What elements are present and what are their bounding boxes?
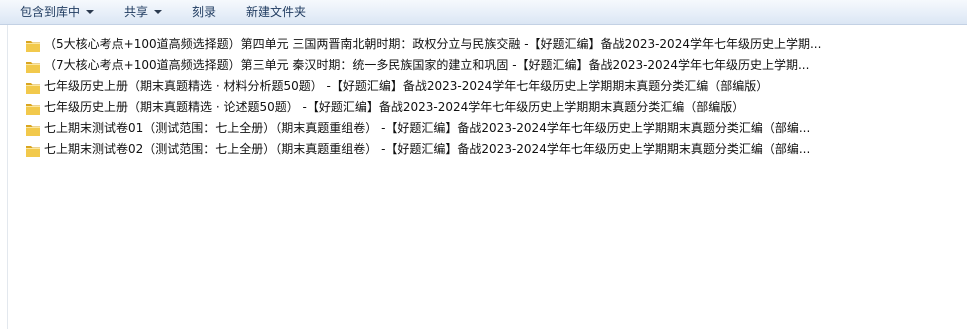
navigation-pane-divider[interactable] xyxy=(7,25,8,329)
share-label: 共享 xyxy=(124,5,149,19)
folder-name: 七上期末测试卷02（测试范围：七上全册）（期末真题重组卷） -【好题汇编】备战2… xyxy=(44,142,811,156)
new-folder-button[interactable]: 新建文件夹 xyxy=(246,0,306,24)
folder-name: 七上期末测试卷01（测试范围：七上全册）（期末真题重组卷） -【好题汇编】备战2… xyxy=(44,121,811,135)
new-folder-label: 新建文件夹 xyxy=(246,5,307,19)
chevron-down-icon xyxy=(86,9,95,14)
share-button[interactable]: 共享 xyxy=(124,0,163,24)
folder-name: 七年级历史上册（期末真题精选 · 论述题50题） -【好题汇编】备战2023-2… xyxy=(44,100,745,114)
folder-item[interactable]: （7大核心考点+100道高频选择题）第三单元 秦汉时期：统一多民族国家的建立和巩… xyxy=(25,55,955,76)
folder-item[interactable]: 七上期末测试卷01（测试范围：七上全册）（期末真题重组卷） -【好题汇编】备战2… xyxy=(25,118,955,139)
burn-label: 刻录 xyxy=(192,5,217,19)
folder-item[interactable]: 七年级历史上册（期末真题精选 · 论述题50题） -【好题汇编】备战2023-2… xyxy=(25,97,955,118)
explorer-window: 包含到库中 共享 刻录 新建文件夹 （5大核心考点+100道高频选择题）第四单元… xyxy=(0,0,967,329)
folder-icon xyxy=(25,100,41,115)
folder-name: （5大核心考点+100道高频选择题）第四单元 三国两晋南北朝时期：政权分立与民族… xyxy=(44,37,822,51)
include-in-library-label: 包含到库中 xyxy=(20,5,81,19)
folder-icon xyxy=(25,37,41,52)
folder-item[interactable]: 七年级历史上册（期末真题精选 · 材料分析题50题） -【好题汇编】备战2023… xyxy=(25,76,955,97)
folder-item[interactable]: （5大核心考点+100道高频选择题）第四单元 三国两晋南北朝时期：政权分立与民族… xyxy=(25,34,955,55)
folder-name: 七年级历史上册（期末真题精选 · 材料分析题50题） -【好题汇编】备战2023… xyxy=(44,79,769,93)
folder-icon xyxy=(25,79,41,94)
folder-icon xyxy=(25,58,41,73)
folder-icon xyxy=(25,142,41,157)
command-bar: 包含到库中 共享 刻录 新建文件夹 xyxy=(0,0,967,25)
folder-icon xyxy=(25,121,41,136)
folder-item[interactable]: 七上期末测试卷02（测试范围：七上全册）（期末真题重组卷） -【好题汇编】备战2… xyxy=(25,139,955,160)
burn-button[interactable]: 刻录 xyxy=(192,0,216,24)
include-in-library-button[interactable]: 包含到库中 xyxy=(20,0,95,24)
folder-name: （7大核心考点+100道高频选择题）第三单元 秦汉时期：统一多民族国家的建立和巩… xyxy=(44,58,810,72)
file-list: （5大核心考点+100道高频选择题）第四单元 三国两晋南北朝时期：政权分立与民族… xyxy=(25,34,955,160)
chevron-down-icon xyxy=(154,9,163,14)
